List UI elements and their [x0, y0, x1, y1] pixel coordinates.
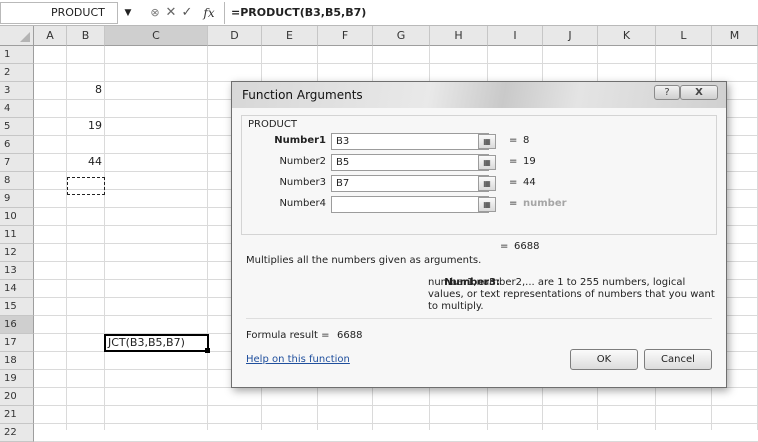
- fill-handle[interactable]: [205, 348, 210, 353]
- insert-function-icon[interactable]: fx: [199, 2, 219, 24]
- column-header[interactable]: J: [543, 26, 598, 46]
- column-header[interactable]: B: [67, 26, 105, 46]
- chevron-down-icon[interactable]: ▼: [120, 2, 136, 24]
- row-header[interactable]: 7: [0, 154, 34, 172]
- row-header[interactable]: 17: [0, 334, 34, 352]
- name-box[interactable]: PRODUCT: [0, 2, 118, 24]
- column-header[interactable]: L: [656, 26, 712, 46]
- collapse-dialog-icon[interactable]: ▦: [478, 134, 496, 149]
- arg-result-number3: 44: [523, 177, 536, 188]
- column-header[interactable]: I: [488, 26, 543, 46]
- dialog-titlebar[interactable]: Function Arguments ? X: [232, 82, 726, 108]
- row-header[interactable]: 19: [0, 370, 34, 388]
- arg-eq: =: [509, 177, 518, 188]
- arg-input-number3[interactable]: B7: [331, 175, 489, 192]
- row-header[interactable]: 1: [0, 46, 34, 64]
- cell-b5[interactable]: 19: [67, 118, 105, 134]
- active-cell-c16[interactable]: JCT(B3,B5,B7): [104, 334, 209, 352]
- row-header[interactable]: 8: [0, 172, 34, 190]
- arg-result-number2: 19: [523, 156, 536, 167]
- total-eq: =: [500, 241, 509, 252]
- row-header[interactable]: 2: [0, 64, 34, 82]
- marching-ants-selection: [67, 177, 105, 195]
- row-header[interactable]: 15: [0, 298, 34, 316]
- dialog-body: PRODUCT Number1 B3 ▦ = 8 Number2 B5 ▦ = …: [232, 108, 726, 387]
- row-header[interactable]: 21: [0, 406, 34, 424]
- row-header[interactable]: 20: [0, 388, 34, 406]
- gridline: [34, 405, 758, 406]
- cell-b3[interactable]: 8: [67, 82, 105, 98]
- arg-result-number1: 8: [523, 135, 530, 146]
- row-header[interactable]: 18: [0, 352, 34, 370]
- gridline: [207, 46, 208, 430]
- row-header[interactable]: 10: [0, 208, 34, 226]
- column-header[interactable]: A: [34, 26, 67, 46]
- cell-b7[interactable]: 44: [67, 154, 105, 170]
- dialog-title: Function Arguments: [242, 88, 363, 102]
- gridline: [34, 423, 758, 424]
- ok-button[interactable]: OK: [570, 349, 638, 370]
- row-header[interactable]: 16: [0, 316, 34, 334]
- column-header[interactable]: M: [712, 26, 758, 46]
- column-header[interactable]: F: [318, 26, 373, 46]
- arguments-group: PRODUCT Number1 B3 ▦ = 8 Number2 B5 ▦ = …: [241, 115, 717, 235]
- row-header[interactable]: 9: [0, 190, 34, 208]
- formula-result-label: Formula result =: [246, 330, 330, 341]
- arg-eq: =: [509, 198, 518, 209]
- row-header[interactable]: 6: [0, 136, 34, 154]
- row-header[interactable]: 12: [0, 244, 34, 262]
- arg-result-number4: number: [523, 198, 567, 209]
- row-header[interactable]: 14: [0, 280, 34, 298]
- help-icon[interactable]: ?: [654, 85, 680, 100]
- gridline: [34, 63, 758, 64]
- collapse-dialog-icon[interactable]: ▦: [478, 155, 496, 170]
- function-name-label: PRODUCT: [248, 119, 297, 130]
- arg-label-number4: Number4: [279, 198, 326, 209]
- row-header[interactable]: 3: [0, 82, 34, 100]
- row-header[interactable]: 22: [0, 424, 34, 442]
- arg-eq: =: [509, 156, 518, 167]
- function-description: Multiplies all the numbers given as argu…: [246, 255, 482, 266]
- collapse-dialog-icon[interactable]: ▦: [478, 176, 496, 191]
- help-on-function-link[interactable]: Help on this function: [246, 354, 350, 365]
- formula-result-value: 6688: [337, 330, 363, 341]
- select-all-corner[interactable]: [0, 26, 34, 46]
- arg-input-number2[interactable]: B5: [331, 154, 489, 171]
- row-header[interactable]: 5: [0, 118, 34, 136]
- arg-input-number4[interactable]: [331, 196, 489, 213]
- arg-label-number3: Number3: [279, 177, 326, 188]
- cancel-button[interactable]: Cancel: [644, 349, 712, 370]
- total-result: 6688: [514, 241, 540, 252]
- arg-eq: =: [509, 135, 518, 146]
- row-header[interactable]: 13: [0, 262, 34, 280]
- column-header[interactable]: H: [430, 26, 488, 46]
- arg-help-text: number1,number2,... are 1 to 255 numbers…: [428, 277, 715, 312]
- column-header[interactable]: D: [208, 26, 262, 46]
- close-icon[interactable]: X: [680, 85, 718, 100]
- gridline: [104, 46, 105, 430]
- column-header[interactable]: E: [262, 26, 318, 46]
- row-header[interactable]: 4: [0, 100, 34, 118]
- column-header[interactable]: C: [105, 26, 208, 46]
- arg-label-number2: Number2: [279, 156, 326, 167]
- formula-input[interactable]: =PRODUCT(B3,B5,B7): [224, 2, 758, 24]
- row-header[interactable]: 11: [0, 226, 34, 244]
- formula-bar: PRODUCT ▼ ⊗ ✕ ✓ fx =PRODUCT(B3,B5,B7): [0, 0, 758, 26]
- column-header[interactable]: K: [598, 26, 656, 46]
- collapse-dialog-icon[interactable]: ▦: [478, 197, 496, 212]
- column-header[interactable]: G: [373, 26, 430, 46]
- function-arguments-dialog: Function Arguments ? X PRODUCT Number1 B…: [231, 81, 727, 388]
- divider: [246, 318, 712, 319]
- gridline: [66, 46, 67, 430]
- arg-label-number1: Number1: [274, 135, 326, 146]
- arg-input-number1[interactable]: B3: [331, 133, 489, 150]
- confirm-edit-icon[interactable]: ✓: [178, 2, 196, 24]
